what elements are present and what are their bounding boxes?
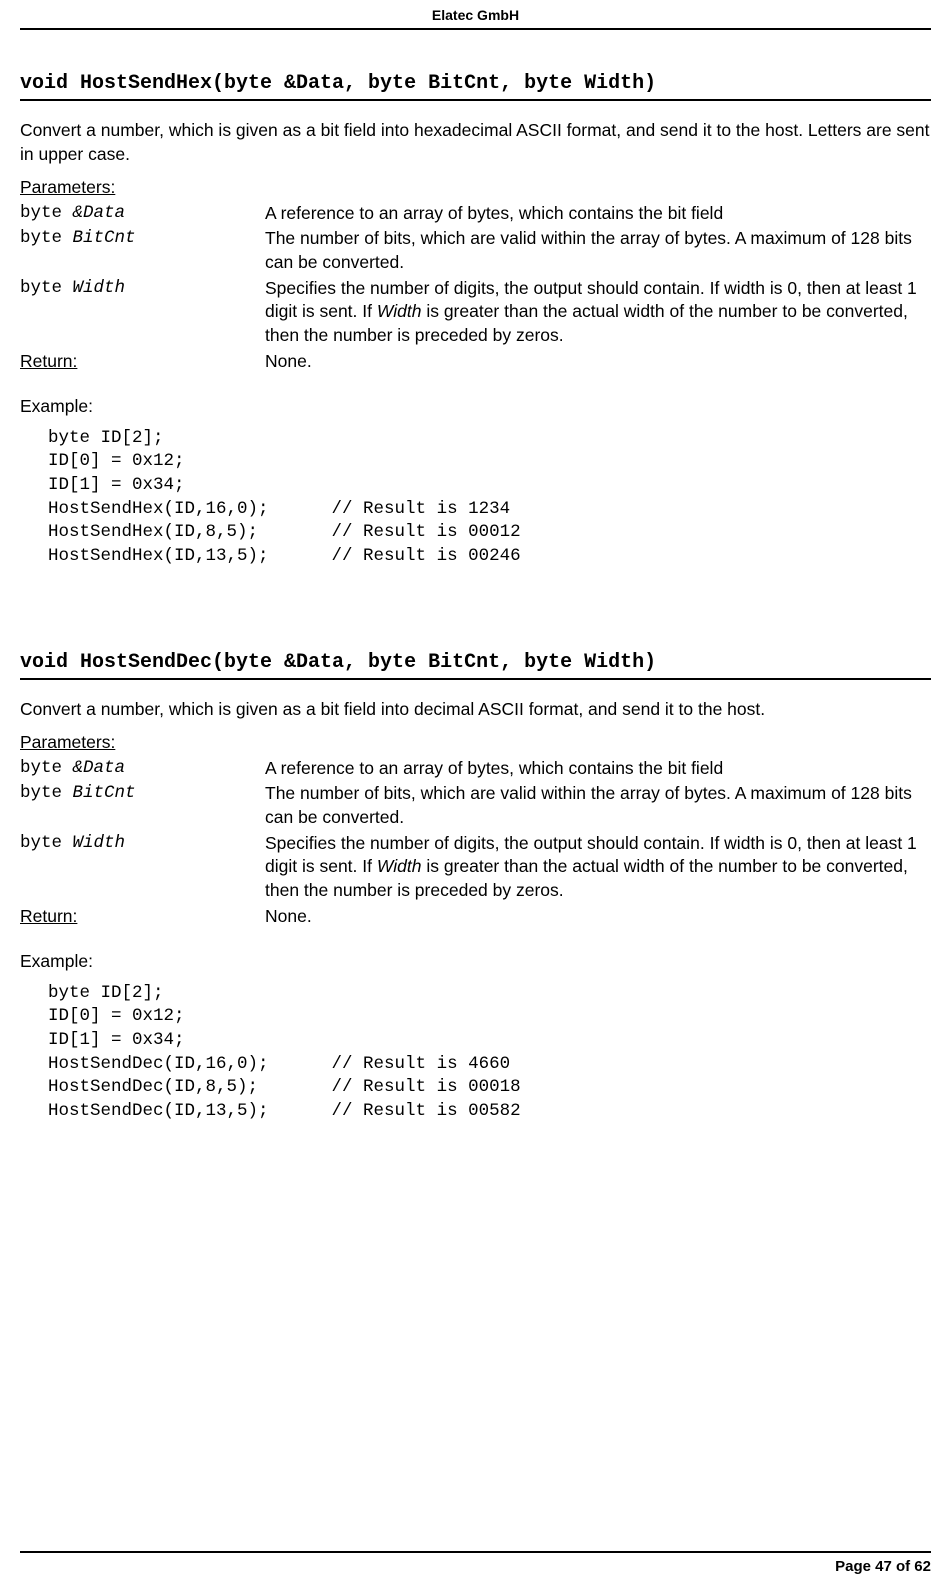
return-label: Return: (20, 905, 265, 929)
param-desc: A reference to an array of bytes, which … (265, 757, 931, 781)
return-value: None. (265, 350, 312, 374)
param-name: byte BitCnt (20, 782, 265, 806)
description-text: Convert a number, which is given as a bi… (20, 119, 931, 166)
header-company: Elatec GmbH (432, 7, 519, 23)
param-name: byte &Data (20, 202, 265, 226)
param-desc: Specifies the number of digits, the outp… (265, 832, 931, 903)
page-header: Elatec GmbH (20, 0, 931, 30)
example-label: Example: (20, 950, 931, 974)
footer-rule (20, 1551, 931, 1553)
param-row: byte &Data A reference to an array of by… (20, 202, 931, 226)
param-name: byte Width (20, 277, 265, 301)
code-block: byte ID[2]; ID[0] = 0x12; ID[1] = 0x34; … (48, 982, 931, 1124)
description-text: Convert a number, which is given as a bi… (20, 698, 931, 722)
param-desc: The number of bits, which are valid with… (265, 227, 931, 274)
return-label: Return: (20, 350, 265, 374)
parameters-label: Parameters: (20, 176, 931, 200)
param-row: byte Width Specifies the number of digit… (20, 832, 931, 903)
param-row: byte BitCnt The number of bits, which ar… (20, 782, 931, 829)
param-desc: A reference to an array of bytes, which … (265, 202, 931, 226)
param-row: byte Width Specifies the number of digit… (20, 277, 931, 348)
function-title-hostsendhex: void HostSendHex(byte &Data, byte BitCnt… (20, 70, 931, 101)
return-row: Return: None. (20, 350, 931, 374)
param-row: byte BitCnt The number of bits, which ar… (20, 227, 931, 274)
param-name: byte &Data (20, 757, 265, 781)
return-value: None. (265, 905, 312, 929)
spacer (20, 579, 931, 609)
param-row: byte &Data A reference to an array of by… (20, 757, 931, 781)
param-desc: Specifies the number of digits, the outp… (265, 277, 931, 348)
page-number: Page 47 of 62 (835, 1557, 931, 1577)
return-row: Return: None. (20, 905, 931, 929)
code-block: byte ID[2]; ID[0] = 0x12; ID[1] = 0x34; … (48, 427, 931, 569)
parameters-label: Parameters: (20, 731, 931, 755)
param-name: byte Width (20, 832, 265, 856)
example-label: Example: (20, 395, 931, 419)
function-title-hostsenddec: void HostSendDec(byte &Data, byte BitCnt… (20, 649, 931, 680)
param-name: byte BitCnt (20, 227, 265, 251)
param-desc: The number of bits, which are valid with… (265, 782, 931, 829)
page: Elatec GmbH void HostSendHex(byte &Data,… (0, 0, 951, 1587)
